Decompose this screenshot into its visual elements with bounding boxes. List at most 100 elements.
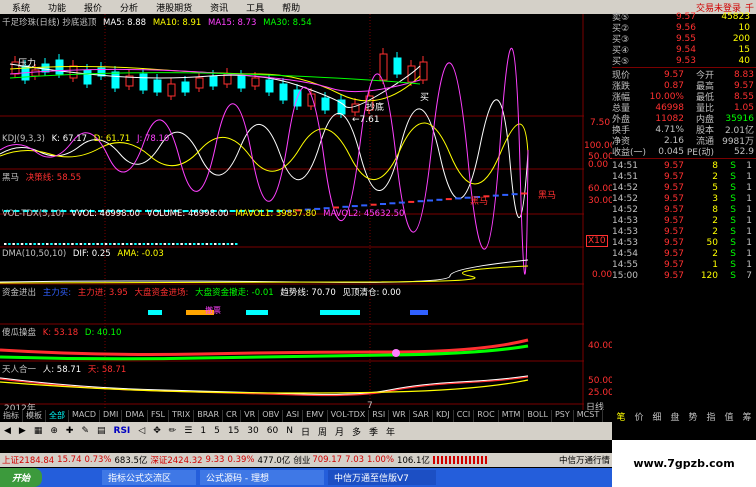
period-30min[interactable]: 30	[243, 426, 262, 436]
period-15min[interactable]: 15	[224, 426, 243, 436]
indicator-tab[interactable]: BRAR	[194, 410, 224, 422]
toolbar-pen-icon[interactable]: ✏	[165, 426, 181, 436]
volume-mark	[113, 243, 116, 245]
indicator-tab[interactable]: ROC	[474, 410, 499, 422]
menu-function[interactable]: 功能	[36, 1, 72, 14]
toolbar-move-icon[interactable]: ✥	[149, 426, 165, 436]
tick-row[interactable]: 14:53 9.57 2 S 1	[612, 215, 756, 226]
stat-value: 9.57	[663, 69, 684, 80]
bid-row[interactable]: 买⑤ 9.53 40	[612, 55, 756, 68]
menu-system[interactable]: 系统	[0, 1, 36, 14]
taskbar-item-forum[interactable]: 指标公式交流区	[102, 470, 197, 485]
bid-volume: 200	[732, 33, 750, 44]
indicator-tab[interactable]: 指标	[0, 410, 23, 422]
toolbar-forward-icon[interactable]: ▶	[15, 426, 30, 436]
status-cy-amount: 106.1亿	[397, 456, 430, 466]
status-sh-index[interactable]: 上证2184.84	[0, 454, 57, 466]
taskbar-item-formula[interactable]: 公式源码 - 理想	[200, 470, 325, 485]
tick-row[interactable]: 14:52 9.57 3 S 1	[612, 193, 756, 204]
quote-tab[interactable]: 值	[720, 410, 738, 423]
tick-row[interactable]: 14:53 9.57 2 S 1	[612, 226, 756, 237]
stat-row[interactable]: 收益(一) 0.045 PE(动) 52.9	[612, 146, 756, 159]
indicator-tab[interactable]: OBV	[259, 410, 284, 422]
dma-title-line: DMA(10,50,10) DIF: 0.25 AMA: -0.03	[2, 249, 164, 259]
quote-tab[interactable]: 价	[630, 410, 648, 423]
volume-mark	[138, 243, 141, 245]
indicator-tab[interactable]: MTM	[499, 410, 525, 422]
toolbar-grid-icon[interactable]: ▤	[93, 426, 110, 436]
indicator-tab[interactable]: PSY	[552, 410, 574, 422]
quote-tab[interactable]: 势	[684, 410, 702, 423]
tick-row[interactable]: 14:51 9.57 2 S 1	[612, 171, 756, 182]
indicator-tab[interactable]: 全部	[46, 410, 69, 422]
bid-price: 9.56	[675, 22, 696, 33]
indicator-tab[interactable]: VOL-TDX	[328, 410, 370, 422]
indicator-tab[interactable]: DMI	[100, 410, 123, 422]
status-cy-name[interactable]: 创业	[293, 454, 312, 466]
volume-mark	[33, 243, 36, 245]
status-sz-index[interactable]: 深证2424.32	[150, 454, 205, 466]
period-month[interactable]: 月	[331, 425, 348, 438]
indicator-tab[interactable]: 模板	[23, 410, 46, 422]
quote-tab[interactable]: 筹	[738, 410, 756, 423]
menu-info[interactable]: 资讯	[198, 1, 234, 14]
period-day[interactable]: 日	[297, 425, 314, 438]
indicator-tab[interactable]: TRIX	[169, 410, 195, 422]
quote-tab[interactable]: 指	[702, 410, 720, 423]
indicator-tab[interactable]: CCI	[454, 410, 475, 422]
menu-quote[interactable]: 报价	[72, 1, 108, 14]
tick-row[interactable]: 14:51 9.57 8 S 1	[612, 160, 756, 171]
indicator-tab[interactable]: DMA	[122, 410, 148, 422]
toolbar-zoom-icon[interactable]: ⊕	[46, 426, 62, 436]
tick-row[interactable]: 15:00 9.57 120 S 7	[612, 270, 756, 281]
pressure-annotation: 压力	[18, 59, 37, 69]
period-n[interactable]: N	[282, 426, 297, 436]
tick-row[interactable]: 14:54 9.57 2 S 1	[612, 248, 756, 259]
indicator-tab[interactable]: CR	[223, 410, 242, 422]
period-week[interactable]: 周	[314, 425, 331, 438]
period-multi[interactable]: 多	[348, 425, 365, 438]
indicator-tab[interactable]: EMV	[303, 410, 328, 422]
period-year[interactable]: 年	[382, 425, 399, 438]
candlestick-series	[11, 48, 428, 118]
volume-mark	[201, 243, 204, 245]
indicator-tab[interactable]: KDJ	[433, 410, 454, 422]
start-button[interactable]: 开始	[0, 468, 43, 487]
indicator-tab[interactable]: BOLL	[524, 410, 552, 422]
quote-tab[interactable]: 盘	[666, 410, 684, 423]
indicator-tab[interactable]: RSI	[369, 410, 390, 422]
quote-tab[interactable]: 笔	[612, 410, 630, 423]
indicator-tab[interactable]: ASI	[283, 410, 304, 422]
tick-count: 1	[746, 237, 752, 248]
indicator-tab[interactable]: WR	[389, 410, 410, 422]
indicator-tab[interactable]: SAR	[410, 410, 433, 422]
quote-tab[interactable]: 细	[648, 410, 666, 423]
volume-mark	[109, 243, 112, 245]
indicator-tab[interactable]: MCST	[574, 410, 604, 422]
menu-hk-futures[interactable]: 港股期货	[144, 1, 198, 14]
toolbar-chart-icon[interactable]: ▦	[30, 426, 47, 436]
toolbar-back-icon[interactable]: ◀	[0, 426, 15, 436]
indicator-tab[interactable]: VR	[241, 410, 260, 422]
toolbar-left-icon[interactable]: ◁	[134, 426, 149, 436]
chart-area[interactable]: 千足珍珠(日线) 抄底逃顶 MA5: 8.88 MA10: 8.91 MA15:…	[0, 14, 584, 414]
period-5min[interactable]: 5	[210, 426, 224, 436]
menu-tools[interactable]: 工具	[234, 1, 270, 14]
period-season[interactable]: 季	[365, 425, 382, 438]
menu-analysis[interactable]: 分析	[108, 1, 144, 14]
tick-row[interactable]: 14:53 9.57 50 S 1	[612, 237, 756, 248]
tick-row[interactable]: 14:52 9.57 8 S 1	[612, 204, 756, 215]
toolbar-list-icon[interactable]: ☰	[180, 426, 196, 436]
tick-row[interactable]: 14:52 9.57 5 S 1	[612, 182, 756, 193]
menu-help[interactable]: 帮助	[270, 1, 306, 14]
period-1min[interactable]: 1	[196, 426, 210, 436]
indicator-tab[interactable]: FSL	[148, 410, 169, 422]
toolbar-rsi-icon[interactable]: RSI	[110, 426, 135, 436]
period-60min[interactable]: 60	[263, 426, 282, 436]
toolbar-draw-icon[interactable]: ✎	[77, 426, 93, 436]
indicator-tab[interactable]: MACD	[69, 410, 100, 422]
taskbar-item-broker-app[interactable]: 中信万通至信版V7	[328, 470, 437, 485]
toolbar-cross-icon[interactable]: ✚	[62, 426, 78, 436]
volume-mark	[20, 243, 24, 245]
tick-row[interactable]: 14:55 9.57 1 S 1	[612, 259, 756, 270]
